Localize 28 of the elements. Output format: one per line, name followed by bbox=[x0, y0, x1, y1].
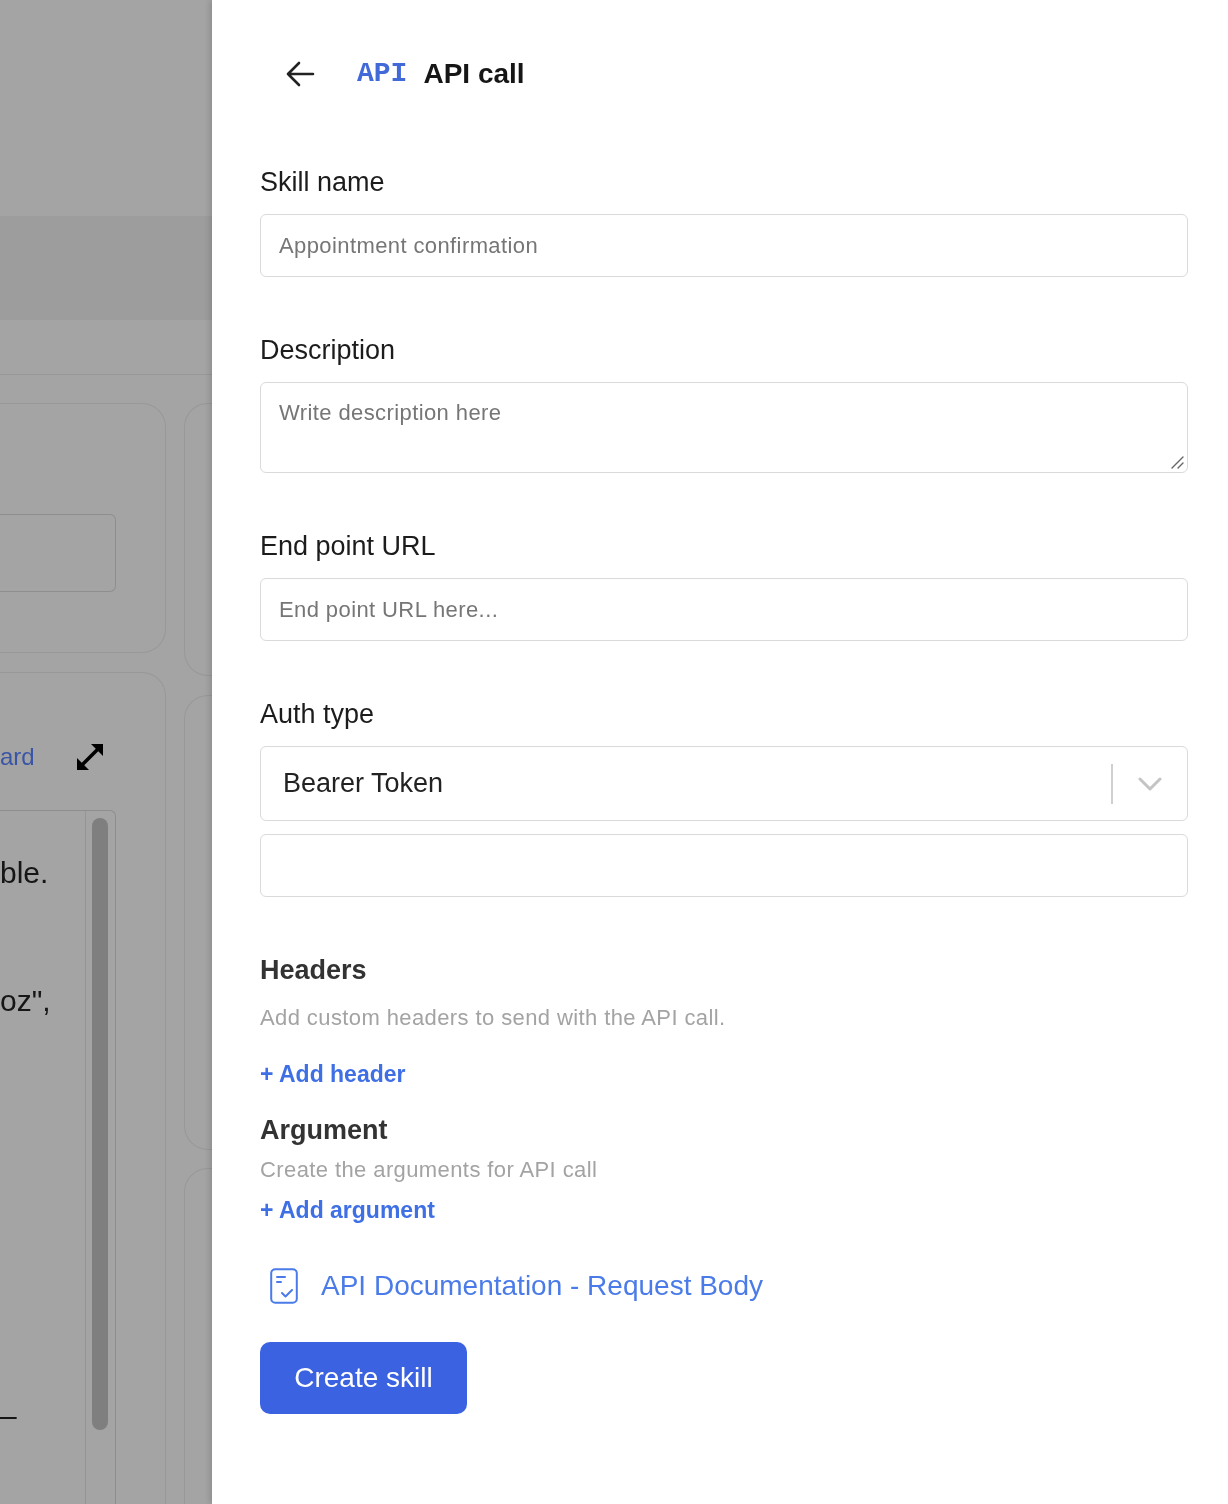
document-check-icon bbox=[270, 1268, 298, 1304]
text-input[interactable]: Appointment confirmation bbox=[260, 214, 1188, 277]
section-heading: Argument bbox=[260, 1114, 389, 1146]
resize-grip-icon[interactable] bbox=[1170, 455, 1184, 469]
link[interactable]: ard bbox=[0, 739, 35, 775]
section-heading: Headers bbox=[260, 954, 368, 986]
section-description: Add custom headers to send with the API call. bbox=[260, 1004, 727, 1032]
field-label: End point URL bbox=[260, 530, 437, 562]
chevron-down-icon bbox=[1138, 776, 1162, 791]
expand-icon[interactable] bbox=[74, 742, 105, 772]
back-arrow-icon[interactable] bbox=[285, 61, 315, 87]
api-logo: API bbox=[357, 58, 408, 90]
select-field[interactable]: Bearer Token bbox=[260, 746, 1188, 821]
textarea-input[interactable]: Write description here bbox=[260, 382, 1188, 473]
documentation-link[interactable]: API Documentation - Request Body bbox=[260, 1268, 763, 1304]
field-label: Description bbox=[260, 334, 397, 366]
add-link[interactable]: + Add header bbox=[260, 1060, 406, 1088]
section-description: Create the arguments for API call bbox=[260, 1156, 599, 1184]
text-input[interactable]: End point URL here... bbox=[260, 578, 1188, 641]
field-label: Skill name bbox=[260, 166, 386, 198]
code-text: ble. bbox=[0, 855, 50, 891]
code-text: oz", bbox=[0, 983, 52, 1019]
code-text: – bbox=[0, 1398, 18, 1434]
text-input[interactable] bbox=[260, 834, 1188, 897]
field-label: Auth type bbox=[260, 698, 376, 730]
create-skill-button[interactable]: Create skill bbox=[260, 1342, 467, 1414]
add-link[interactable]: + Add argument bbox=[260, 1196, 435, 1224]
panel-title: API call bbox=[423, 58, 525, 90]
